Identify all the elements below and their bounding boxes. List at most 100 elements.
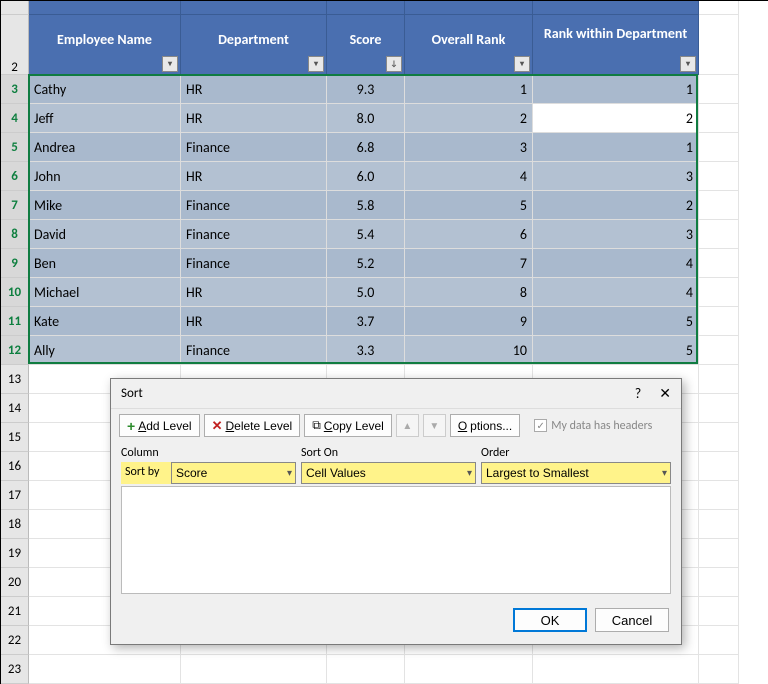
row-header[interactable]: 9 — [1, 249, 29, 278]
blank-cell[interactable] — [699, 539, 739, 568]
filter-button[interactable]: ▾ — [162, 56, 178, 72]
blank-cell[interactable] — [181, 655, 327, 684]
filter-button[interactable]: ↓ — [386, 56, 402, 72]
data-cell[interactable]: HR — [181, 75, 327, 104]
row-header[interactable]: 23 — [1, 655, 29, 684]
blank-cell[interactable] — [699, 104, 739, 133]
data-cell[interactable]: HR — [181, 307, 327, 336]
data-cell[interactable]: 4 — [533, 278, 699, 307]
data-cell[interactable]: Finance — [181, 220, 327, 249]
row-header[interactable]: 5 — [1, 133, 29, 162]
data-cell[interactable]: 6.8 — [327, 133, 405, 162]
add-level-button[interactable]: +Add Level — [119, 414, 200, 437]
data-cell[interactable]: Finance — [181, 249, 327, 278]
sortby-combo[interactable] — [171, 462, 296, 484]
data-cell[interactable]: 3 — [405, 133, 533, 162]
blank-cell[interactable] — [405, 655, 533, 684]
row-header[interactable]: 13 — [1, 365, 29, 394]
data-cell[interactable]: 1 — [533, 75, 699, 104]
data-cell[interactable]: 1 — [533, 133, 699, 162]
row-header[interactable]: 6 — [1, 162, 29, 191]
data-cell[interactable]: 3 — [533, 162, 699, 191]
row-header[interactable]: 14 — [1, 394, 29, 423]
data-cell[interactable]: 5.0 — [327, 278, 405, 307]
filter-button[interactable]: ▾ — [514, 56, 530, 72]
data-cell[interactable]: 9.3 — [327, 75, 405, 104]
data-cell[interactable]: 4 — [533, 249, 699, 278]
blank-cell[interactable] — [699, 75, 739, 104]
data-cell[interactable]: Mike — [29, 191, 181, 220]
blank-cell[interactable] — [533, 655, 699, 684]
row-header[interactable]: 21 — [1, 597, 29, 626]
data-cell[interactable]: 2 — [405, 104, 533, 133]
row-header[interactable] — [1, 1, 29, 15]
delete-level-button[interactable]: ✕Delete Level — [204, 414, 301, 437]
data-cell[interactable]: Ben — [29, 249, 181, 278]
blank-cell[interactable] — [699, 336, 739, 365]
data-cell[interactable]: HR — [181, 278, 327, 307]
row-header[interactable]: 10 — [1, 278, 29, 307]
data-cell[interactable]: 2 — [533, 104, 699, 133]
blank-cell[interactable] — [699, 597, 739, 626]
data-cell[interactable]: 5 — [533, 307, 699, 336]
blank-cell[interactable] — [699, 307, 739, 336]
data-cell[interactable]: 6.0 — [327, 162, 405, 191]
blank-cell[interactable] — [699, 191, 739, 220]
blank-cell[interactable] — [699, 655, 739, 684]
copy-level-button[interactable]: ⧉Copy Level — [304, 414, 392, 437]
row-header[interactable]: 19 — [1, 539, 29, 568]
data-cell[interactable]: HR — [181, 104, 327, 133]
data-cell[interactable]: 6 — [405, 220, 533, 249]
sorton-combo[interactable] — [301, 462, 476, 484]
data-cell[interactable]: 5.2 — [327, 249, 405, 278]
blank-cell[interactable] — [699, 365, 739, 394]
blank-cell[interactable] — [699, 452, 739, 481]
data-cell[interactable]: 3.3 — [327, 336, 405, 365]
data-cell[interactable]: HR — [181, 162, 327, 191]
row-header[interactable]: 17 — [1, 481, 29, 510]
data-cell[interactable]: Ally — [29, 336, 181, 365]
blank-cell[interactable] — [699, 15, 739, 75]
has-headers-checkbox[interactable]: ✓ My data has headers — [534, 419, 652, 433]
order-combo[interactable] — [481, 462, 671, 484]
column-header[interactable]: Department▾ — [181, 15, 327, 75]
row-header[interactable]: 3 — [1, 75, 29, 104]
data-cell[interactable]: 7 — [405, 249, 533, 278]
options-button[interactable]: Options... — [450, 414, 520, 437]
move-up-button[interactable]: ▲ — [396, 414, 419, 437]
column-header[interactable]: Rank within Department▾ — [533, 15, 699, 75]
data-cell[interactable]: 8 — [405, 278, 533, 307]
blank-cell[interactable] — [699, 394, 739, 423]
blank-cell[interactable] — [699, 278, 739, 307]
data-cell[interactable]: 4 — [405, 162, 533, 191]
row-header[interactable]: 11 — [1, 307, 29, 336]
row-header[interactable]: 2 — [1, 15, 29, 75]
blank-cell[interactable] — [699, 510, 739, 539]
blank-cell[interactable] — [699, 626, 739, 655]
data-cell[interactable]: Kate — [29, 307, 181, 336]
data-cell[interactable]: Finance — [181, 191, 327, 220]
blank-cell[interactable] — [29, 655, 181, 684]
data-cell[interactable]: 10 — [405, 336, 533, 365]
column-header[interactable]: Overall Rank▾ — [405, 15, 533, 75]
data-cell[interactable]: 1 — [405, 75, 533, 104]
row-header[interactable]: 20 — [1, 568, 29, 597]
row-header[interactable]: 8 — [1, 220, 29, 249]
row-header[interactable]: 4 — [1, 104, 29, 133]
data-cell[interactable]: David — [29, 220, 181, 249]
data-cell[interactable]: Andrea — [29, 133, 181, 162]
filter-button[interactable]: ▾ — [308, 56, 324, 72]
row-header[interactable]: 18 — [1, 510, 29, 539]
data-cell[interactable]: 8.0 — [327, 104, 405, 133]
data-cell[interactable]: 5 — [405, 191, 533, 220]
data-cell[interactable]: Michael — [29, 278, 181, 307]
data-cell[interactable]: Jeff — [29, 104, 181, 133]
column-header[interactable]: Score↓ — [327, 15, 405, 75]
move-down-button[interactable]: ▼ — [423, 414, 446, 437]
close-icon[interactable]: ✕ — [659, 385, 671, 402]
blank-cell[interactable] — [699, 162, 739, 191]
data-cell[interactable]: 3 — [533, 220, 699, 249]
blank-cell[interactable] — [327, 655, 405, 684]
ok-button[interactable]: OK — [513, 608, 587, 632]
data-cell[interactable]: Cathy — [29, 75, 181, 104]
